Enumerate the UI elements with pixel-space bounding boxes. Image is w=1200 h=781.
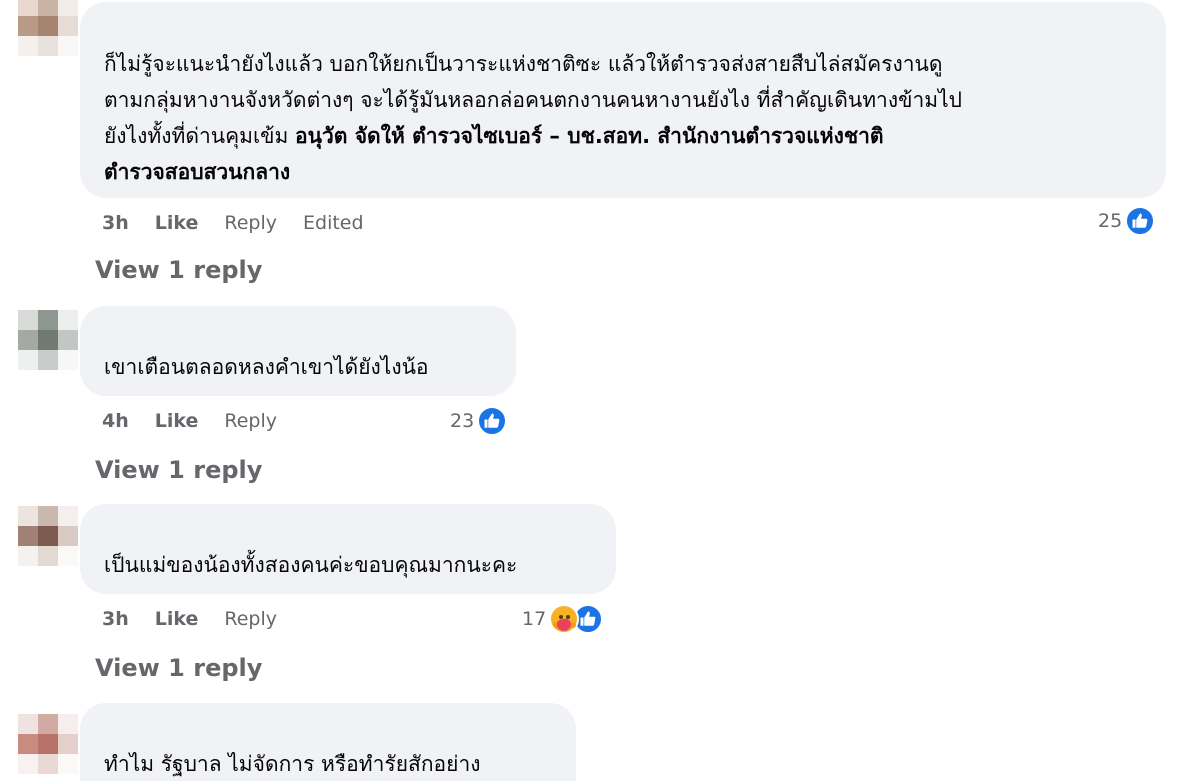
comment-bubble: เป็นแม่ของน้องทั้งสองคนค่ะขอบคุณมากนะคะ: [80, 504, 616, 594]
comment-timestamp[interactable]: 3h: [102, 212, 129, 234]
view-replies-link[interactable]: View 1 reply: [95, 654, 262, 682]
like-icon: [1125, 206, 1156, 236]
comment-text-segment: ยังไงทั้งที่ด่านคุมเข้ม: [104, 124, 296, 148]
view-replies-link[interactable]: View 1 reply: [95, 256, 262, 284]
comment-text: เป็นแม่ของน้องทั้งสองคนค่ะขอบคุณมากนะคะ: [104, 553, 518, 577]
reaction-count: 17: [522, 608, 547, 630]
comment-actions: 3h Like Reply Edited: [102, 210, 390, 236]
comment-timestamp[interactable]: 3h: [102, 608, 129, 630]
view-replies-link[interactable]: View 1 reply: [95, 456, 262, 484]
comment-text-line: ยังไงทั้งที่ด่านคุมเข้ม อนุวัต จัดให้ ตำ…: [104, 118, 1142, 154]
like-button[interactable]: Like: [155, 212, 199, 234]
like-button[interactable]: Like: [155, 410, 199, 432]
edited-label[interactable]: Edited: [303, 212, 364, 234]
avatar[interactable]: [18, 506, 78, 566]
comment-bubble: เขาเตือนตลอดหลงคำเขาได้ยังไงน้อ: [80, 306, 516, 396]
reaction-summary[interactable]: 17: [522, 602, 604, 636]
comment-text-line: ก็ไม่รู้จะแนะนำยังไงแล้ว บอกให้ยกเป็นวาร…: [104, 52, 943, 76]
care-icon: [549, 604, 580, 634]
reaction-count: 23: [450, 410, 475, 432]
comment-text: เขาเตือนตลอดหลงคำเขาได้ยังไงน้อ: [104, 355, 429, 379]
comment-actions: 4h Like Reply: [102, 408, 303, 434]
reaction-count: 25: [1098, 210, 1123, 232]
comment-bubble: ก็ไม่รู้จะแนะนำยังไงแล้ว บอกให้ยกเป็นวาร…: [80, 2, 1166, 198]
comment-text-line: ตามกลุ่มหางานจังหวัดต่างๆ จะได้รู้มันหลอ…: [104, 88, 962, 112]
like-icon: [477, 406, 508, 436]
avatar[interactable]: [18, 0, 78, 56]
like-button[interactable]: Like: [155, 608, 199, 630]
avatar[interactable]: [18, 714, 78, 774]
avatar[interactable]: [18, 310, 78, 370]
reply-button[interactable]: Reply: [224, 212, 277, 234]
reply-button[interactable]: Reply: [224, 410, 277, 432]
comment-bubble: ทำไม รัฐบาล ไม่จัดการ หรือทำรัยสักอย่าง: [80, 703, 576, 781]
comment-actions: 3h Like Reply: [102, 606, 303, 632]
comment-text: ทำไม รัฐบาล ไม่จัดการ หรือทำรัยสักอย่าง: [104, 752, 481, 776]
comments-section: ก็ไม่รู้จะแนะนำยังไงแล้ว บอกให้ยกเป็นวาร…: [0, 0, 1200, 781]
comment-timestamp[interactable]: 4h: [102, 410, 129, 432]
mention-link[interactable]: ตำรวจสอบสวนกลาง: [104, 154, 1142, 190]
reaction-summary[interactable]: 23: [450, 404, 508, 438]
mention-link[interactable]: อนุวัต จัดให้ ตำรวจไซเบอร์ – บช.สอท. สำน…: [295, 124, 884, 148]
reaction-summary[interactable]: 25: [1098, 204, 1156, 238]
reply-button[interactable]: Reply: [224, 608, 277, 630]
